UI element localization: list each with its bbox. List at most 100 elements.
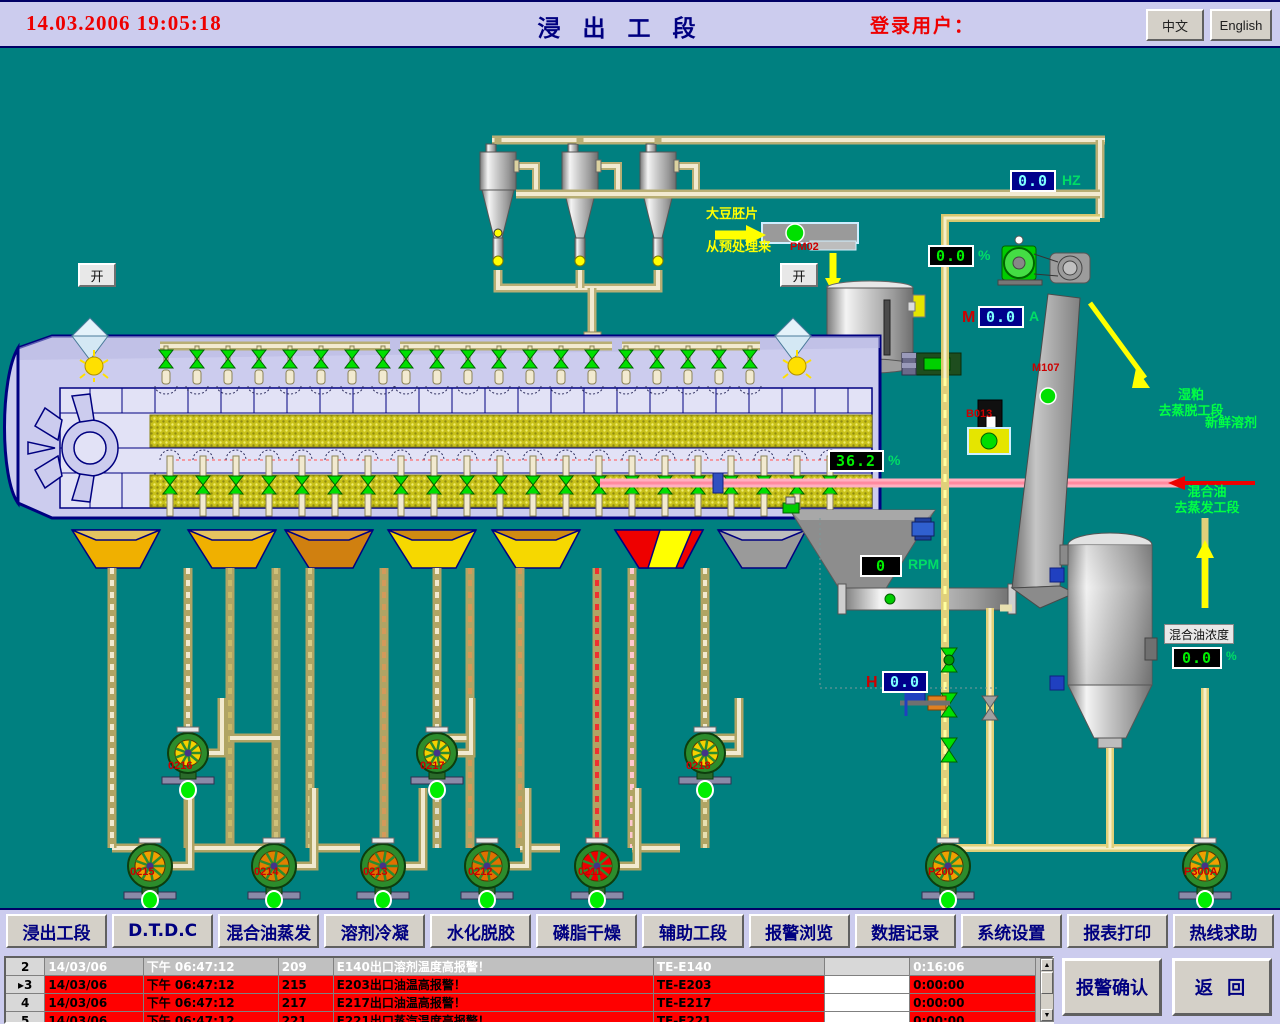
alarm-date: 14/03/06 [45, 976, 143, 994]
alarm-index: 2 [6, 958, 45, 976]
language-english-button[interactable]: English [1210, 9, 1272, 41]
feed-label-bottom: 从预处理来 [706, 240, 771, 255]
alarm-acknowledge-button[interactable]: 报警确认 [1062, 958, 1162, 1016]
page-title: 浸 出 工 段 [470, 9, 770, 43]
alarm-code: 221 [278, 1012, 333, 1024]
alarm-index: ▸3 [6, 976, 45, 994]
alarm-duration: 0:00:00 [910, 994, 1036, 1012]
language-chinese-button[interactable]: 中文 [1146, 9, 1204, 41]
extractor-level-display[interactable]: 36.2 [828, 450, 884, 472]
tab-extraction[interactable]: 浸出工段 [6, 914, 107, 948]
extractor-speed-display[interactable]: 0 [860, 555, 902, 577]
alarm-time: 下午 06:47:12 [143, 1012, 278, 1024]
extractor-speed-unit: RPM [908, 556, 939, 572]
extractor-level-unit: % [888, 452, 900, 468]
alarm-message: E203出口油温高报警！ [333, 976, 653, 994]
alarm-time: 下午 06:47:12 [143, 976, 278, 994]
blower-tag-b013: B013 [966, 408, 992, 420]
tab-auxiliary[interactable]: 辅助工段 [642, 914, 743, 948]
alarm-index: 4 [6, 994, 45, 1012]
mixed-oil-label-line2: 去蒸发工段 [1148, 501, 1266, 517]
scroll-down-button[interactable]: ▼ [1041, 1009, 1053, 1021]
alarm-index: 5 [6, 1012, 45, 1024]
alarm-spacer [825, 994, 910, 1012]
pump-tag-0214: 0214 [254, 866, 278, 878]
process-mimic-canvas[interactable]: 0.0 HZ 0.0 % M 0.0 A 36.2 % 0 RPM H 0.0 … [0, 48, 1280, 908]
pump-tag-p300a: P300A [1184, 866, 1218, 878]
feed-motor-current-unit: A [1029, 308, 1039, 324]
fresh-solvent-label: 新鲜溶剂 [1186, 416, 1276, 432]
tab-oil-evaporation[interactable]: 混合油蒸发 [218, 914, 319, 948]
tab-alarm-browse[interactable]: 报警浏览 [749, 914, 850, 948]
alarm-message: E221出口蒸汽温度高报警！ [333, 1012, 653, 1024]
mixed-oil-concentration-label: 混合油浓度 [1164, 624, 1234, 644]
alarm-row[interactable]: ▸314/03/06下午 06:47:12215E203出口油温高报警！TE-E… [6, 976, 1036, 994]
alarm-duration: 0:00:00 [910, 1012, 1036, 1024]
alarm-time: 下午 06:47:12 [143, 994, 278, 1012]
pump-tag-0217: 0217 [420, 760, 444, 772]
vfd-frequency-unit: HZ [1062, 172, 1081, 188]
pump-tag-0213: 0213 [363, 866, 387, 878]
wet-meal-label-line1: 湿粕 [1146, 388, 1236, 404]
tab-data-log[interactable]: 数据记录 [855, 914, 956, 948]
scroll-up-button[interactable]: ▲ [1041, 959, 1053, 971]
alarm-code: 217 [278, 994, 333, 1012]
alarm-date: 14/03/06 [45, 994, 143, 1012]
alarm-row[interactable]: 514/03/06下午 06:47:12221E221出口蒸汽温度高报警！TE-… [6, 1012, 1036, 1024]
alarm-tag: TE-E217 [653, 994, 825, 1012]
alarm-code: 215 [278, 976, 333, 994]
process-diagram [0, 48, 1280, 908]
alarm-date: 14/03/06 [45, 1012, 143, 1024]
pump-tag-0211: 0211 [578, 866, 602, 878]
alarm-message: E140出口溶剂温度高报警！ [333, 958, 653, 976]
feed-motor-current-display[interactable]: 0.0 [978, 306, 1024, 328]
scroll-thumb[interactable] [1041, 972, 1053, 994]
hopper-level-unit: % [978, 247, 990, 263]
alarm-row[interactable]: 414/03/06下午 06:47:12217E217出口油温高报警！TE-E2… [6, 994, 1036, 1012]
alarm-spacer [825, 1012, 910, 1024]
alarm-row[interactable]: 214/03/06下午 06:47:12209E140出口溶剂温度高报警！TE-… [6, 958, 1036, 976]
tab-hotline-help[interactable]: 热线求助 [1173, 914, 1274, 948]
alarm-code: 209 [278, 958, 333, 976]
alarm-table: 214/03/06下午 06:47:12209E140出口溶剂温度高报警！TE-… [6, 958, 1036, 1024]
pump-tag-p200: P200 [928, 866, 954, 878]
tab-system-settings[interactable]: 系统设置 [961, 914, 1062, 948]
navigation-tab-bar[interactable]: 浸出工段D.T.D.C混合油蒸发溶剂冷凝水化脱胶磷脂干燥辅助工段报警浏览数据记录… [0, 908, 1280, 952]
pump-tag-0218: 0218 [686, 760, 710, 772]
alarm-duration: 0:16:06 [910, 958, 1036, 976]
alarm-time: 下午 06:47:12 [143, 958, 278, 976]
solvent-flow-prefix: H [866, 674, 878, 692]
mixed-oil-concentration-display[interactable]: 0.0 [1172, 647, 1222, 669]
feed-label-top: 大豆胚片 [706, 207, 758, 222]
alarm-duration: 0:00:00 [910, 976, 1036, 994]
tab-solvent-condensation[interactable]: 溶剂冷凝 [324, 914, 425, 948]
alarm-message: E217出口油温高报警！ [333, 994, 653, 1012]
alarm-list[interactable]: 214/03/06下午 06:47:12209E140出口溶剂温度高报警！TE-… [4, 956, 1054, 1024]
alarm-date: 14/03/06 [45, 958, 143, 976]
solvent-flow-display[interactable]: 0.0 [882, 671, 928, 693]
mixed-oil-concentration-unit: % [1226, 649, 1237, 663]
alarm-tag: TE-E221 [653, 1012, 825, 1024]
pump-tag-0216: 0216 [168, 760, 192, 772]
vfd-frequency-display[interactable]: 0.0 [1010, 170, 1056, 192]
feed-motor-prefix: M [962, 309, 975, 327]
alarm-scrollbar[interactable]: ▲ ▼ [1040, 958, 1054, 1022]
tab-dtdc[interactable]: D.T.D.C [112, 914, 213, 948]
hopper-level-display[interactable]: 0.0 [928, 245, 974, 267]
back-button[interactable]: 返 回 [1172, 958, 1272, 1016]
feed-conveyor-tag: PM02 [790, 241, 819, 253]
open-button-left[interactable]: 开 [78, 263, 116, 287]
pump-tag-0212: 0212 [468, 866, 492, 878]
tab-lecithin-drying[interactable]: 磷脂干燥 [536, 914, 637, 948]
alarm-tag: TE-E203 [653, 976, 825, 994]
alarm-spacer [825, 976, 910, 994]
tab-report-print[interactable]: 报表打印 [1067, 914, 1168, 948]
alarm-zone: 214/03/06下午 06:47:12209E140出口溶剂温度高报警！TE-… [0, 952, 1280, 1024]
logged-user-label: 登录用户： [870, 11, 975, 38]
open-button-right[interactable]: 开 [780, 263, 818, 287]
title-bar: 14.03.2006 19:05:18 浸 出 工 段 登录用户： 中文 Eng… [0, 0, 1280, 48]
conveyor-tag-m107: M107 [1032, 362, 1060, 374]
mixed-oil-label-line1: 混合油 [1162, 485, 1252, 501]
datetime-display: 14.03.2006 19:05:18 [26, 11, 222, 36]
tab-hydration-degumming[interactable]: 水化脱胶 [430, 914, 531, 948]
